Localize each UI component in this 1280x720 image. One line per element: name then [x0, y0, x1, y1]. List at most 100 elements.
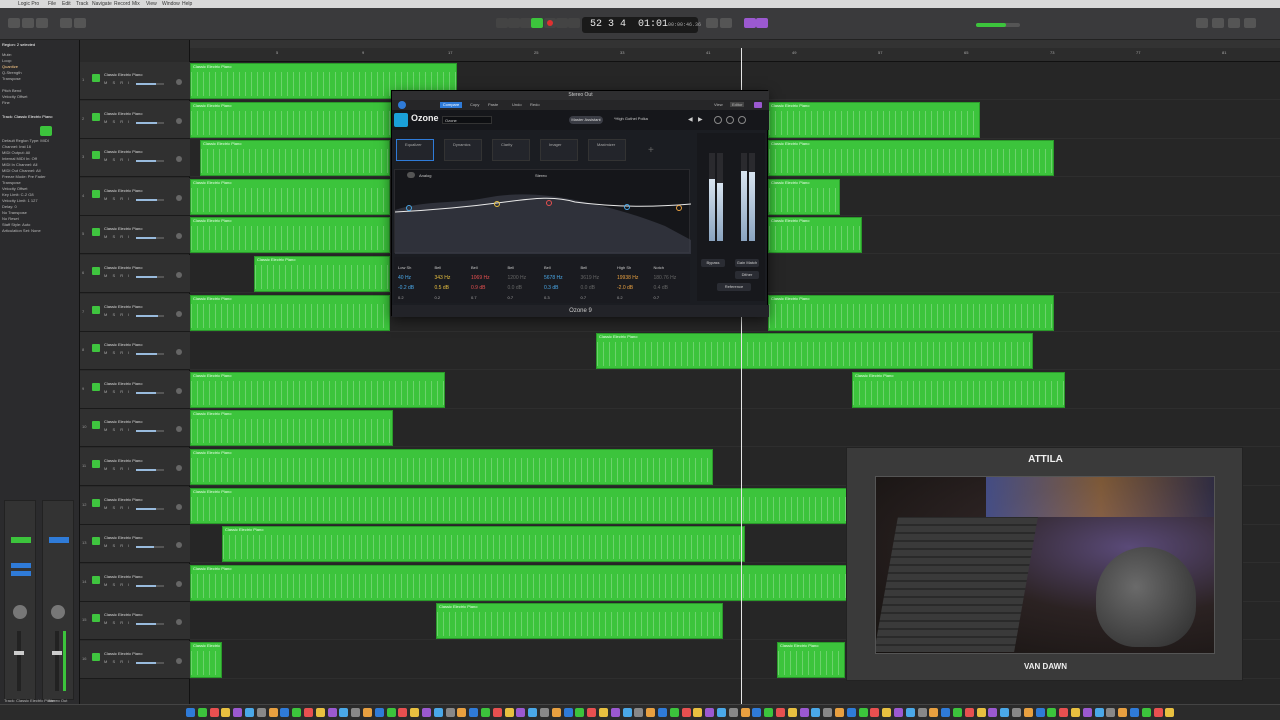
- region-header[interactable]: Region: 2 selected: [2, 42, 35, 47]
- module-clarity[interactable]: Clarity: [492, 139, 530, 161]
- midi-region[interactable]: Classic Electric Piano: [190, 101, 395, 138]
- dock-app-icon[interactable]: [894, 708, 903, 717]
- module-imager[interactable]: Imager: [540, 139, 578, 161]
- band-q[interactable]: 0.2: [398, 295, 404, 300]
- preset-box[interactable]: Ozone: [442, 116, 492, 124]
- dock-app-icon[interactable]: [941, 708, 951, 717]
- bypass-button[interactable]: Bypass: [701, 259, 725, 267]
- band-q[interactable]: 0.7: [581, 295, 587, 300]
- dither-button[interactable]: Dither: [735, 271, 759, 279]
- dock-app-icon[interactable]: [304, 708, 313, 717]
- track-volume-slider[interactable]: [136, 160, 164, 163]
- midi-region[interactable]: Classic Electric Piano: [768, 217, 862, 254]
- dock-app-icon[interactable]: [398, 708, 408, 717]
- dock-app-icon[interactable]: [492, 708, 502, 717]
- plugin-window-title[interactable]: Stereo Out: [392, 91, 769, 100]
- notepad-button[interactable]: [1212, 18, 1224, 28]
- midi-region[interactable]: Classic Electric Piano: [768, 140, 1054, 177]
- track-msr-buttons[interactable]: M S R I: [104, 427, 131, 432]
- pan-knob[interactable]: [176, 387, 182, 394]
- track-name[interactable]: Classic Electric Piano: [104, 458, 142, 463]
- dock-app-icon[interactable]: [245, 708, 254, 717]
- dock-app-icon[interactable]: [882, 708, 892, 717]
- dock-app-icon[interactable]: [528, 708, 538, 717]
- pan-knob[interactable]: [176, 658, 182, 664]
- dock-app-icon[interactable]: [1059, 708, 1069, 717]
- track-volume-slider[interactable]: [136, 314, 164, 317]
- track-volume-slider[interactable]: [136, 121, 164, 124]
- band-frequency[interactable]: 1069 Hz: [471, 275, 490, 281]
- dock-app-icon[interactable]: [540, 708, 549, 717]
- track-volume-slider[interactable]: [136, 584, 164, 587]
- menu-file[interactable]: File: [48, 1, 56, 7]
- midi-region[interactable]: Classic Electric Piano: [190, 564, 847, 601]
- dock-app-icon[interactable]: [315, 708, 325, 717]
- preset-name[interactable]: *High Gothel Polka: [614, 116, 648, 121]
- band-type[interactable]: Bell: [581, 265, 588, 270]
- browser-button[interactable]: [1244, 18, 1256, 28]
- inspector-quantize[interactable]: Quantize: [2, 64, 18, 69]
- track-volume-slider[interactable]: [136, 391, 164, 394]
- forward-button[interactable]: [508, 18, 520, 28]
- reference-button[interactable]: Reference: [717, 283, 751, 291]
- midi-region[interactable]: Classic Electric Piano: [768, 101, 980, 138]
- band-frequency[interactable]: 1200 Hz: [508, 275, 527, 281]
- pan-knob[interactable]: [13, 605, 27, 619]
- dock-app-icon[interactable]: [327, 708, 337, 717]
- dock-app-icon[interactable]: [917, 708, 927, 717]
- volume-fader[interactable]: [52, 631, 62, 691]
- track-volume-slider[interactable]: [136, 353, 164, 356]
- band-gain[interactable]: 0.0 dB: [581, 285, 595, 291]
- dock-app-icon[interactable]: [186, 708, 195, 717]
- band-gain[interactable]: 0.4 dB: [654, 285, 668, 291]
- dock-app-icon[interactable]: [622, 708, 632, 717]
- band-q[interactable]: 0.3: [544, 295, 550, 300]
- dock-app-icon[interactable]: [964, 708, 974, 717]
- master-assistant-button[interactable]: Master Assistant: [569, 116, 603, 124]
- pan-knob[interactable]: [176, 310, 182, 317]
- inspector-button[interactable]: [22, 18, 34, 28]
- dock-app-icon[interactable]: [1000, 708, 1010, 717]
- track-msr-buttons[interactable]: M S R I: [104, 273, 131, 278]
- help-icon[interactable]: [738, 116, 746, 124]
- band-type[interactable]: Bell: [508, 265, 515, 270]
- track-volume-slider[interactable]: [136, 83, 164, 85]
- eq-band-1[interactable]: Low Sh 40 Hz -0.2 dB 0.2: [398, 259, 434, 301]
- dock-app-icon[interactable]: [1071, 708, 1080, 717]
- pan-knob[interactable]: [176, 580, 182, 587]
- send-slot[interactable]: [11, 571, 31, 576]
- track-header-14[interactable]: 14 Classic Electric Piano M S R I: [80, 563, 190, 602]
- track-name[interactable]: Classic Electric Piano: [104, 574, 142, 579]
- track-name[interactable]: Classic Electric Piano: [104, 149, 142, 154]
- history-icon[interactable]: [714, 116, 722, 124]
- view-label[interactable]: View: [714, 102, 723, 107]
- dock-app-icon[interactable]: [1106, 708, 1116, 717]
- track-header[interactable]: Track: Classic Electric Piano: [2, 114, 53, 119]
- midi-region[interactable]: Classic Electric Piano: [777, 642, 845, 678]
- dock-app-icon[interactable]: [363, 708, 372, 717]
- band-frequency[interactable]: 40 Hz: [398, 275, 411, 281]
- band-frequency[interactable]: 3619 Hz: [581, 275, 600, 281]
- dock-app-icon[interactable]: [410, 708, 420, 717]
- dock-app-icon[interactable]: [953, 708, 962, 717]
- dock-app-icon[interactable]: [422, 708, 431, 717]
- track-volume-slider[interactable]: [136, 198, 164, 201]
- dock-app-icon[interactable]: [587, 708, 597, 717]
- pan-knob[interactable]: [176, 542, 182, 549]
- track-msr-buttons[interactable]: M S R I: [104, 466, 131, 471]
- gain-match-button[interactable]: Gain Match: [735, 259, 759, 267]
- menu-edit[interactable]: Edit: [62, 1, 71, 7]
- track-header-12[interactable]: 12 Classic Electric Piano M S R I: [80, 486, 190, 525]
- band-q[interactable]: 0.7: [654, 295, 660, 300]
- link-icon[interactable]: [754, 102, 762, 108]
- pan-knob[interactable]: [176, 194, 182, 201]
- band-q[interactable]: 0.2: [435, 295, 441, 300]
- dock-app-icon[interactable]: [599, 708, 608, 717]
- track-msr-buttons[interactable]: M S R I: [104, 543, 131, 548]
- band-type[interactable]: Low Sh: [398, 265, 411, 270]
- band-type[interactable]: Bell: [435, 265, 442, 270]
- list-editors-button[interactable]: [1196, 18, 1208, 28]
- dock-app-icon[interactable]: [1141, 708, 1151, 717]
- eq-band-5[interactable]: Bell 5678 Hz 0.3 dB 0.3: [544, 259, 580, 301]
- midi-region[interactable]: Classic Electric Piano: [190, 642, 222, 678]
